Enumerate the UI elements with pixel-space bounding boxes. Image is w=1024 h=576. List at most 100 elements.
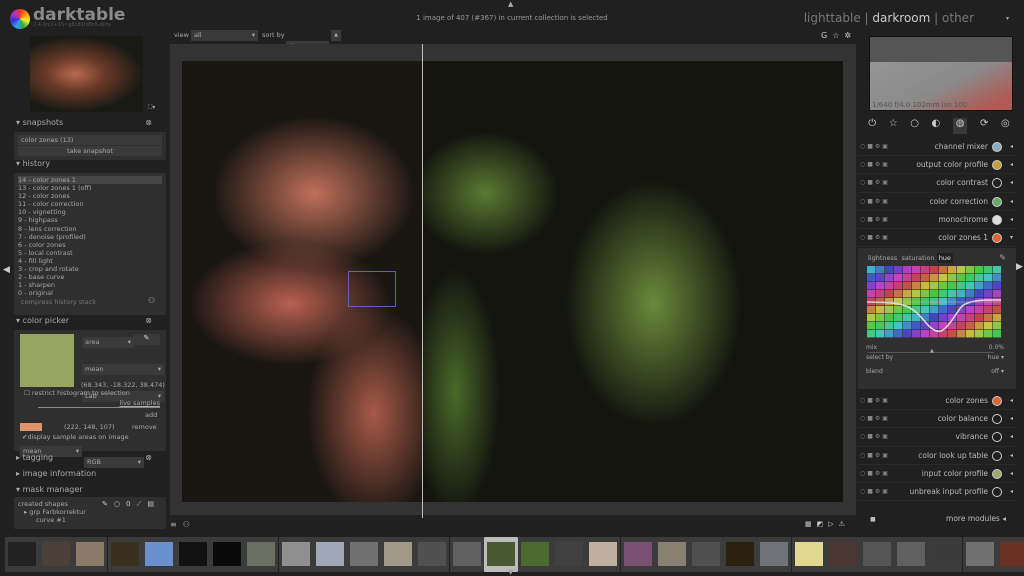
filmstrip-thumbnail[interactable] [381, 537, 416, 572]
module-controls-icon[interactable]: ○■⚙▣ [860, 447, 890, 465]
picker-icon[interactable]: ✎ [999, 253, 1006, 262]
expand-arrow-icon[interactable]: ◂ [1010, 138, 1013, 156]
filmstrip-thumbnail[interactable] [347, 537, 381, 572]
view-other[interactable]: other [942, 11, 974, 25]
blend-value[interactable]: off ▾ [991, 368, 1004, 375]
filmstrip-thumbnail[interactable] [312, 537, 347, 572]
filmstrip-thumbnail[interactable] [894, 537, 929, 572]
history-item[interactable]: 12 - color zones [18, 192, 162, 200]
filmstrip-thumbnail[interactable] [39, 537, 74, 572]
views-dropdown-icon[interactable]: ▾ [1006, 15, 1009, 22]
history-item[interactable]: 6 - color zones [18, 241, 162, 249]
mask-manager-header[interactable]: ▾ mask manager [12, 485, 166, 497]
navigation-thumbnail[interactable] [30, 36, 143, 112]
reset-icon[interactable]: ⊗ [145, 118, 152, 127]
module-row[interactable]: ○■⚙▣ vibrance ◂ [858, 428, 1016, 447]
filmstrip-thumbnail[interactable] [962, 537, 997, 572]
filmstrip-thumbnail[interactable] [449, 537, 484, 572]
view-lighttable[interactable]: lighttable [804, 11, 861, 25]
expand-arrow-icon[interactable]: ◂ [1010, 156, 1013, 174]
filmstrip-thumbnail[interactable] [996, 537, 1024, 572]
module-row[interactable]: ○■⚙▣ color zones ◂ [858, 392, 1016, 411]
module-controls-icon[interactable]: ○■⚙▣ [860, 465, 890, 483]
module-controls-icon[interactable]: ○■⚙▣ [860, 138, 890, 156]
module-row[interactable]: ○■⚙▣ unbreak input profile ◂ [858, 483, 1016, 502]
history-item[interactable]: 10 - vignetting [18, 208, 162, 216]
history-item[interactable]: 11 - color correction [18, 200, 162, 208]
history-item[interactable]: 14 - color zones 1 [18, 176, 162, 185]
color-picker-icon[interactable]: ✎ [133, 334, 160, 345]
filmstrip-thumbnail[interactable] [552, 537, 587, 572]
expand-arrow-icon[interactable]: ◂ [1010, 410, 1013, 428]
filmstrip-thumbnail[interactable] [654, 537, 689, 572]
module-row[interactable]: ○■⚙▣ color balance ◂ [858, 410, 1016, 429]
history-item[interactable]: 3 - crop and rotate [18, 265, 162, 273]
module-controls-icon[interactable]: ○■⚙▣ [860, 410, 890, 428]
module-row[interactable]: ○■⚙▣ color correction ◂ [858, 193, 1016, 211]
filmstrip-thumbnail[interactable] [791, 537, 826, 572]
filmstrip-thumbnail[interactable] [5, 537, 39, 572]
more-modules-row[interactable]: ■ more modules ◂ [858, 514, 1016, 523]
history-item[interactable]: 8 - lens correction [18, 225, 162, 233]
slider-handle[interactable]: ▲ [930, 348, 934, 354]
filmstrip-thumbnail[interactable] [415, 537, 450, 572]
picker-mode-select[interactable]: area [82, 337, 134, 348]
create-style-icon[interactable]: ⚇ [148, 296, 155, 305]
expand-arrow-icon[interactable]: ◂ [1010, 193, 1013, 211]
expand-arrow-icon[interactable]: ◂ [1010, 447, 1013, 465]
mask-curve[interactable]: curve #1 [18, 516, 162, 524]
picker-stat-select[interactable]: mean [82, 364, 164, 375]
module-row[interactable]: ○■⚙▣ output color profile ◂ [858, 156, 1016, 175]
expand-arrow-icon[interactable]: ◂ [1010, 483, 1013, 501]
filmstrip-thumbnail[interactable] [210, 537, 245, 572]
history-header[interactable]: ▾ history [12, 159, 166, 171]
reset-icon[interactable]: ⊗ [145, 316, 152, 325]
module-controls-icon[interactable]: ○■⚙▣ [860, 211, 890, 229]
filmstrip-thumbnail[interactable] [757, 537, 792, 572]
image-information-header[interactable]: ▸ image information [12, 469, 166, 481]
module-controls-icon[interactable]: ○■⚙▣ [860, 483, 890, 501]
filmstrip-thumbnail[interactable] [620, 537, 655, 572]
shape-tools[interactable]: ✎○0⟋▤ [102, 500, 160, 509]
history-item[interactable]: 9 - highpass [18, 216, 162, 224]
reset-icon[interactable]: ⊗ [145, 453, 152, 462]
history-item[interactable]: 4 - fill light [18, 257, 162, 265]
history-item[interactable]: 5 - local contrast [18, 249, 162, 257]
display-samples-checkbox[interactable]: ✔display sample areas on image [22, 433, 129, 441]
filmstrip-thumbnail[interactable] [586, 537, 621, 572]
zoom-fit-icon[interactable]: ⛶▾ [148, 104, 155, 112]
filmstrip-thumbnail[interactable] [244, 537, 279, 572]
add-sample-button[interactable]: add [145, 411, 157, 419]
expand-arrow-icon[interactable]: ▾ [1010, 229, 1013, 247]
snapshots-header[interactable]: ▾ snapshots ⊗ [12, 118, 166, 130]
tab-hue[interactable]: hue [936, 253, 953, 263]
expand-arrow-icon[interactable]: ◂ [1010, 428, 1013, 446]
select-by-value[interactable]: hue ▾ [988, 354, 1004, 361]
histogram[interactable]: 1/640 f/4.0 102mm iso 100 [869, 36, 1013, 111]
top-panel-toggle-icon[interactable]: ▲ [508, 0, 513, 8]
expand-arrow-icon[interactable]: ◂ [1010, 465, 1013, 483]
snapshot-item[interactable]: color zones (13) [18, 135, 162, 145]
tagging-header[interactable]: ▸ tagging ⊗ [12, 453, 166, 465]
filmstrip-thumbnail[interactable] [860, 537, 894, 572]
color-picker-header[interactable]: ▾ color picker ⊗ [12, 316, 166, 328]
module-controls-icon[interactable]: ○■⚙▣ [860, 229, 890, 247]
filmstrip-thumbnail[interactable] [689, 537, 723, 572]
filmstrip-thumbnail[interactable] [278, 537, 313, 572]
split-view-divider[interactable] [422, 44, 423, 518]
bottom-right-tools[interactable]: ▦◩▷⚠ [805, 520, 850, 528]
filmstrip-thumbnail[interactable] [107, 537, 142, 572]
photo-preview[interactable] [182, 61, 843, 502]
restrict-histogram-checkbox[interactable]: ☐ restrict histogram to selection [24, 389, 130, 397]
mix-slider[interactable]: ▲ [868, 348, 994, 354]
history-item[interactable]: 7 - denoise (profiled) [18, 233, 162, 241]
history-item[interactable]: 1 - sharpen [18, 281, 162, 289]
module-row[interactable]: ○■⚙▣ monochrome ◂ [858, 211, 1016, 229]
compress-history-button[interactable]: compress history stack [21, 298, 96, 306]
tab-saturation[interactable]: saturation [901, 254, 934, 262]
module-controls-icon[interactable]: ○■⚙▣ [860, 156, 890, 174]
history-item[interactable]: 2 - base curve [18, 273, 162, 281]
history-item[interactable]: 0 - original [18, 289, 162, 297]
module-row[interactable]: ○■⚙▣ color look up table ◂ [858, 447, 1016, 465]
quick-access-icons[interactable]: G☆✲ [821, 31, 856, 40]
